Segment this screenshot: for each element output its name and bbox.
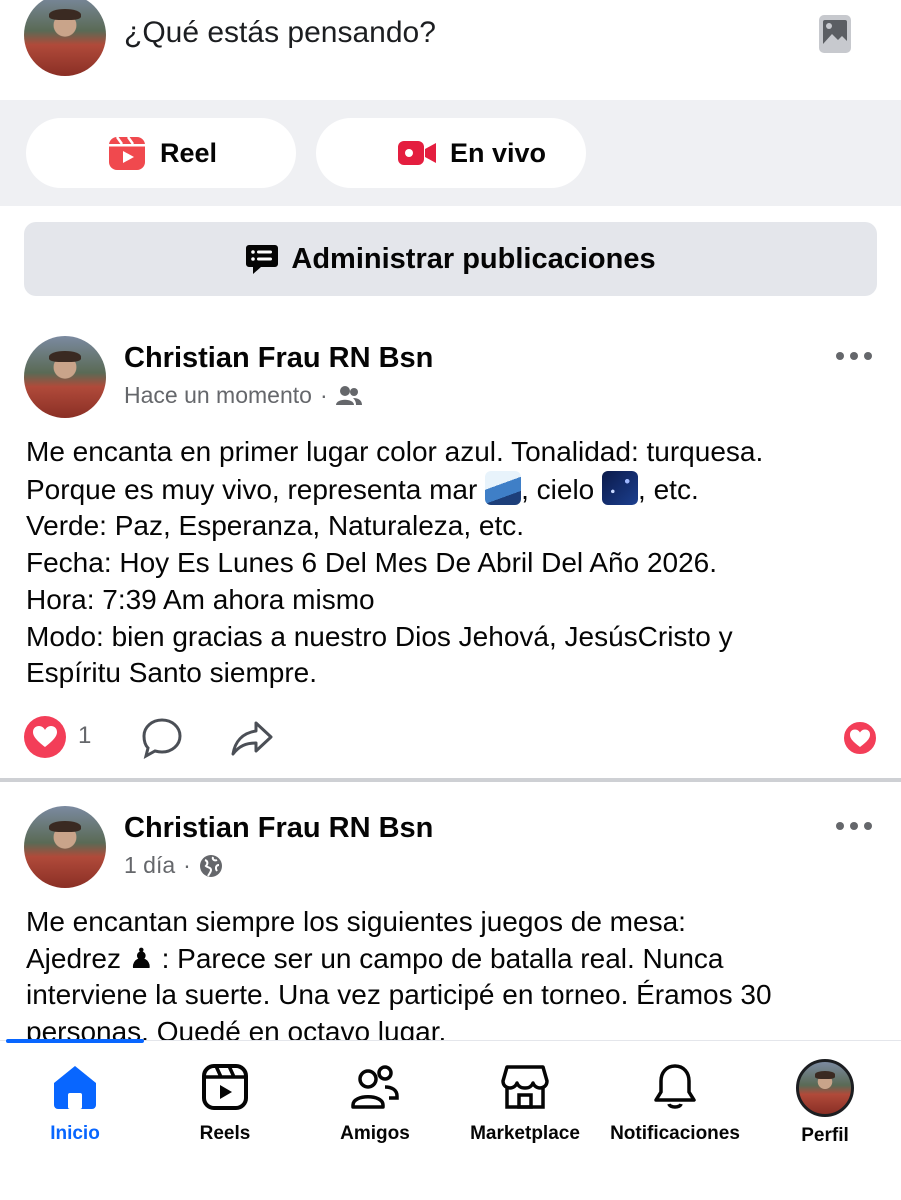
friends-audience-icon	[335, 385, 362, 405]
live-video-icon	[398, 141, 436, 165]
nav-label: Reels	[199, 1123, 251, 1144]
manage-posts-label: Administrar publicaciones	[291, 242, 656, 275]
nav-notifications[interactable]: Notificaciones	[600, 1061, 750, 1145]
feed-post: Christian Frau RN Bsn 1 día · Me encanta…	[0, 806, 901, 1046]
quick-actions-bar: Reel En vivo	[0, 100, 901, 206]
post-line: Me encanta en primer lugar color azul. T…	[26, 436, 764, 467]
post-meta: Hace un momento ·	[124, 382, 362, 409]
post-actions: 1	[0, 712, 901, 762]
avatar[interactable]	[24, 336, 106, 418]
nav-profile[interactable]: Perfil	[750, 1059, 900, 1147]
post-line: Hora: 7:39 Am ahora mismo	[26, 583, 375, 615]
post-line: Ajedrez ♟ : Parece ser un campo de batal…	[26, 941, 724, 975]
separator-dot: ·	[183, 852, 191, 878]
public-globe-icon	[199, 854, 222, 877]
post-composer: ¿Qué estás pensando?	[0, 0, 901, 100]
post-text: Me encantan siempre los siguientes juego…	[26, 904, 886, 1046]
nav-label: Perfil	[801, 1125, 849, 1146]
nav-marketplace[interactable]: Marketplace	[450, 1061, 600, 1145]
wave-emoji-icon	[485, 470, 522, 505]
post-line: Espíritu Santo siempre.	[26, 657, 318, 689]
profile-avatar	[796, 1059, 854, 1117]
post-line: Verde: Paz, Esperanza, Naturaleza, etc.	[26, 510, 525, 542]
post-time[interactable]: 1 día	[124, 852, 175, 879]
love-reaction-icon[interactable]	[24, 716, 66, 758]
nav-label: Notificaciones	[610, 1123, 740, 1144]
more-options-icon[interactable]	[836, 352, 872, 362]
composer-input[interactable]: ¿Qué estás pensando?	[124, 16, 436, 50]
nav-label: Marketplace	[470, 1123, 580, 1144]
home-icon	[54, 1066, 96, 1109]
manage-posts-icon	[246, 245, 279, 274]
marketplace-icon	[501, 1065, 549, 1109]
bell-icon	[654, 1064, 696, 1109]
reels-icon	[202, 1064, 248, 1110]
post-author[interactable]: Christian Frau RN Bsn	[124, 812, 433, 845]
love-reaction-summary-icon[interactable]	[842, 720, 878, 756]
nav-reels[interactable]: Reels	[150, 1061, 300, 1145]
night-sky-emoji-icon	[602, 470, 639, 505]
manage-posts-button[interactable]: Administrar publicaciones	[24, 222, 877, 296]
chess-pawn-icon: ♟	[128, 941, 154, 975]
friends-icon	[351, 1065, 399, 1109]
post-line: Porque es muy vivo, representa mar , cie…	[26, 470, 886, 509]
avatar[interactable]	[24, 806, 106, 888]
more-options-icon[interactable]	[836, 822, 872, 832]
post-time[interactable]: Hace un momento	[124, 382, 312, 409]
active-tab-indicator	[6, 1039, 144, 1043]
separator-dot: ·	[319, 382, 328, 408]
reel-button[interactable]: Reel	[26, 118, 296, 188]
post-divider	[0, 778, 901, 782]
avatar[interactable]	[24, 0, 106, 76]
nav-label: Amigos	[340, 1123, 410, 1144]
post-meta: 1 día ·	[124, 852, 223, 879]
share-icon[interactable]	[230, 718, 274, 758]
live-button[interactable]: En vivo	[316, 118, 586, 188]
nav-label: Inicio	[50, 1123, 100, 1144]
post-line: Fecha: Hoy Es Lunes 6 Del Mes De Abril D…	[26, 547, 718, 579]
photo-icon[interactable]	[818, 14, 852, 54]
reel-icon	[109, 136, 145, 170]
comment-icon[interactable]	[140, 716, 184, 760]
like-count[interactable]: 1	[78, 722, 91, 750]
post-author[interactable]: Christian Frau RN Bsn	[124, 342, 433, 375]
post-line: interviene la suerte. Una vez participé …	[26, 979, 772, 1011]
live-label: En vivo	[450, 137, 547, 168]
post-line: Me encantan siempre los siguientes juego…	[26, 906, 686, 937]
bottom-navigation: Inicio Reels Amigos Marketplace Notifica…	[0, 1039, 901, 1200]
feed-post: Christian Frau RN Bsn Hace un momento · …	[0, 336, 901, 776]
nav-friends[interactable]: Amigos	[300, 1061, 450, 1145]
post-line: Modo: bien gracias a nuestro Dios Jehová…	[26, 620, 733, 652]
post-text: Me encanta en primer lugar color azul. T…	[26, 434, 886, 692]
nav-home[interactable]: Inicio	[0, 1061, 150, 1145]
reel-label: Reel	[160, 137, 218, 168]
